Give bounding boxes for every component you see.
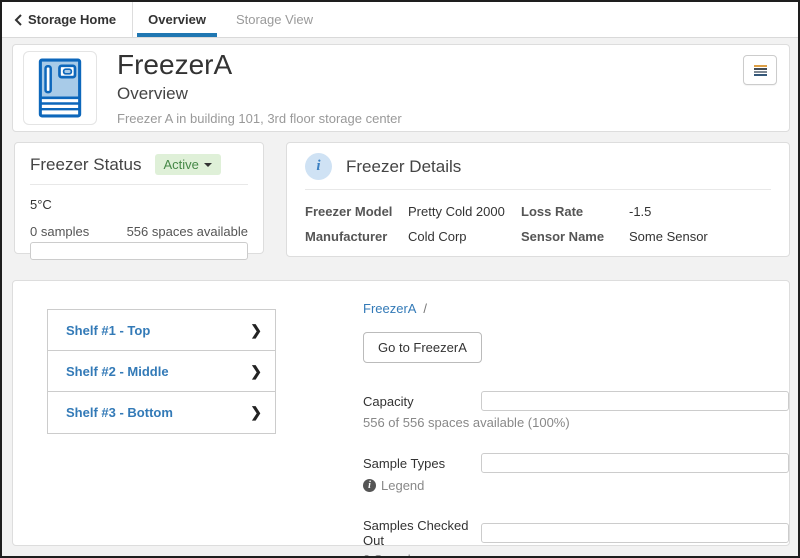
breadcrumb: FreezerA / — [363, 301, 789, 316]
shelf-row-2[interactable]: Shelf #2 - Middle ❯ — [48, 351, 275, 392]
breadcrumb-separator: / — [423, 301, 427, 316]
tab-overview-label: Overview — [148, 12, 206, 27]
goto-freezera-button[interactable]: Go to FreezerA — [363, 332, 482, 363]
caret-down-icon — [204, 163, 212, 167]
shelf-list: Shelf #1 - Top ❯ Shelf #2 - Middle ❯ She… — [47, 309, 276, 434]
hamburger-icon — [754, 64, 767, 77]
status-dropdown-label: Active — [164, 157, 199, 172]
legend-toggle[interactable]: i Legend — [363, 478, 789, 493]
detail-label: Freezer Model — [305, 204, 400, 219]
status-capacity-bar — [30, 242, 248, 260]
sample-types-label: Sample Types — [363, 456, 481, 471]
samples-count-label: 0 samples — [30, 224, 89, 239]
detail-value: -1.5 — [629, 204, 771, 219]
details-panel-title: Freezer Details — [346, 157, 461, 177]
detail-label: Sensor Name — [521, 229, 621, 244]
shelf-link[interactable]: Shelf #1 - Top — [66, 323, 150, 338]
shelf-row-3[interactable]: Shelf #3 - Bottom ❯ — [48, 392, 275, 433]
storage-browser-panel: Shelf #1 - Top ❯ Shelf #2 - Middle ❯ She… — [12, 280, 790, 546]
status-dropdown[interactable]: Active — [155, 154, 221, 175]
temperature-value: 5°C — [30, 197, 248, 212]
storage-summary-column: FreezerA / Go to FreezerA Capacity 556 o… — [363, 301, 789, 558]
shelf-row-1[interactable]: Shelf #1 - Top ❯ — [48, 310, 275, 351]
capacity-summary: 556 of 556 spaces available (100%) — [363, 415, 789, 430]
status-panel-title: Freezer Status — [30, 155, 142, 175]
freezer-details-panel: i Freezer Details Freezer Model Pretty C… — [286, 142, 790, 257]
detail-value: Pretty Cold 2000 — [408, 204, 513, 219]
detail-label: Loss Rate — [521, 204, 621, 219]
chevron-left-icon — [14, 14, 22, 26]
page-subtitle: Overview — [117, 84, 402, 104]
freezer-icon-graphic — [35, 57, 85, 119]
tab-overview[interactable]: Overview — [133, 2, 221, 37]
chevron-right-icon: ❯ — [250, 404, 262, 421]
details-grid: Freezer Model Pretty Cold 2000 Loss Rate… — [305, 204, 771, 244]
back-link-storage-home[interactable]: Storage Home — [2, 2, 133, 37]
samples-checked-out-bar — [481, 523, 789, 543]
sample-types-bar — [481, 453, 789, 473]
capacity-bar — [481, 391, 789, 411]
chevron-right-icon: ❯ — [250, 363, 262, 380]
page-title: FreezerA — [117, 50, 402, 81]
capacity-label: Capacity — [363, 394, 481, 409]
shelf-link[interactable]: Shelf #2 - Middle — [66, 364, 169, 379]
breadcrumb-link-freezera[interactable]: FreezerA — [363, 301, 416, 316]
tab-storage-view[interactable]: Storage View — [221, 2, 328, 37]
back-link-label: Storage Home — [28, 12, 116, 27]
hamburger-menu-button[interactable] — [743, 55, 777, 85]
divider — [30, 184, 248, 185]
detail-value: Cold Corp — [408, 229, 513, 244]
legend-label: Legend — [381, 478, 424, 493]
freezer-status-panel: Freezer Status Active 5°C 0 samples 556 … — [14, 142, 264, 254]
samples-checked-out-summary: 0 Samples — [363, 552, 789, 558]
chevron-right-icon: ❯ — [250, 322, 262, 339]
info-icon: i — [305, 153, 332, 180]
top-navigation-bar: Storage Home Overview Storage View — [2, 2, 798, 38]
freezer-description: Freezer A in building 101, 3rd floor sto… — [117, 111, 402, 126]
freezer-icon — [23, 51, 97, 125]
app-window: Storage Home Overview Storage View Freez… — [0, 0, 800, 558]
spaces-available-label: 556 spaces available — [127, 224, 248, 239]
divider — [305, 189, 771, 190]
tab-storage-view-label: Storage View — [236, 12, 313, 27]
detail-value: Some Sensor — [629, 229, 771, 244]
legend-info-icon: i — [363, 479, 376, 492]
samples-checked-out-label: Samples Checked Out — [363, 518, 481, 548]
detail-label: Manufacturer — [305, 229, 400, 244]
shelf-link[interactable]: Shelf #3 - Bottom — [66, 405, 173, 420]
freezer-header-card: FreezerA Overview Freezer A in building … — [12, 44, 790, 132]
